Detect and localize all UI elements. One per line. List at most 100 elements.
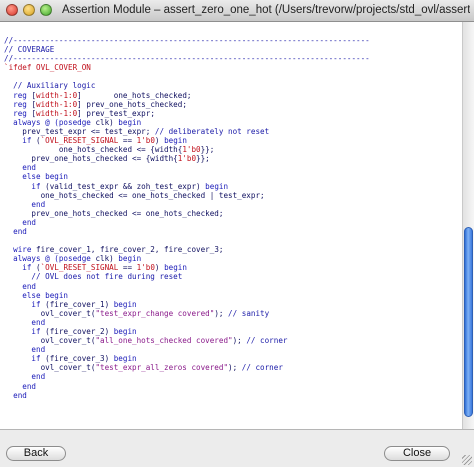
code-token: ] prev_test_expr; <box>77 108 155 118</box>
code-line: ovl_cover_t("test_expr_change covered");… <box>4 309 370 318</box>
code-token: == <box>118 136 137 146</box>
code-token: // OVL does not fire during reset <box>4 272 183 282</box>
code-token: begin <box>118 117 142 127</box>
code-token: ); <box>232 336 247 346</box>
code-token: (fire_cover_2) <box>45 327 114 336</box>
code-token: "all_one_hots_checked covered" <box>95 336 233 346</box>
code-token: width-1:0 <box>36 108 78 118</box>
code-token: end <box>4 217 37 227</box>
code-line: // COVERAGE <box>4 45 370 54</box>
code-token: one_hots_checked <= one_hots_checked | t… <box>4 190 265 200</box>
code-line: else begin <box>4 172 370 181</box>
code-line: if (fire_cover_3) begin <box>4 354 370 363</box>
code-token: ovl_cover_t( <box>4 336 96 346</box>
code-token: "test_expr_all_zeros covered" <box>95 363 229 373</box>
code-token: clk) <box>95 254 119 264</box>
code-token: (fire_cover_1) <box>45 299 114 309</box>
code-token: else begin <box>4 290 69 300</box>
close-window-icon[interactable] <box>6 4 18 16</box>
code-token: if <box>4 327 46 336</box>
code-token: end <box>4 390 27 400</box>
code-token: end <box>4 199 46 209</box>
vertical-scrollbar[interactable] <box>462 22 474 429</box>
source-code: //--------------------------------------… <box>4 36 370 400</box>
code-token: // sanity <box>228 308 270 318</box>
code-token: begin <box>164 263 187 273</box>
code-token: begin <box>113 327 137 336</box>
code-line: //--------------------------------------… <box>4 54 370 63</box>
code-viewer[interactable]: //--------------------------------------… <box>0 22 474 429</box>
code-line: prev_test_expr <= test_expr; // delibera… <box>4 127 370 136</box>
code-line: ovl_cover_t("all_one_hots_checked covere… <box>4 336 370 345</box>
code-token: end <box>4 163 37 173</box>
code-token: == <box>118 263 137 273</box>
code-line: end <box>4 391 370 400</box>
code-token: end <box>4 281 37 291</box>
code-token: reg <box>4 108 32 118</box>
code-token: begin <box>164 136 187 146</box>
code-token: (valid_test_expr && zoh_test_expr) <box>45 181 206 191</box>
code-token: one_hots_checked <= {width{ <box>4 145 183 155</box>
code-line: reg [width-1:0] prev_one_hots_checked; <box>4 100 370 109</box>
window-title: Assertion Module – assert_zero_one_hot (… <box>62 4 470 16</box>
code-token: if <box>4 136 37 146</box>
code-line: prev_one_hots_checked <= one_hots_checke… <box>4 209 370 218</box>
code-token: `ifdef OVL_COVER_ON <box>4 63 91 73</box>
code-token: ); <box>214 308 229 318</box>
code-token: ovl_cover_t( <box>4 363 96 373</box>
code-token: ) <box>154 263 165 273</box>
code-line: if (`OVL_RESET_SIGNAL == 1'b0) begin <box>4 136 370 145</box>
code-line: one_hots_checked <= one_hots_checked | t… <box>4 191 370 200</box>
minimize-window-icon[interactable] <box>23 4 35 16</box>
code-token: begin <box>113 354 137 364</box>
scrollbar-thumb[interactable] <box>464 227 473 417</box>
code-token: width-1:0 <box>36 99 78 109</box>
code-token: ovl_cover_t( <box>4 308 96 318</box>
code-token: if <box>4 299 46 309</box>
code-token: // Auxiliary logic <box>4 81 96 91</box>
code-line: end <box>4 345 370 354</box>
zoom-window-icon[interactable] <box>40 4 52 16</box>
window-controls <box>6 4 52 16</box>
code-token: 1'b0 <box>182 145 201 155</box>
code-token: end <box>4 372 46 382</box>
code-line: end <box>4 382 370 391</box>
code-line: end <box>4 282 370 291</box>
code-token: wire <box>4 245 37 255</box>
code-token: begin <box>118 254 142 264</box>
code-line: end <box>4 318 370 327</box>
code-line: prev_one_hots_checked <= {width{1'b0}}; <box>4 154 370 163</box>
code-line: //--------------------------------------… <box>4 36 370 45</box>
code-token: //--------------------------------------… <box>4 54 370 64</box>
code-line: wire fire_cover_1, fire_cover_2, fire_co… <box>4 245 370 254</box>
code-token: if <box>4 181 46 191</box>
code-token: ); <box>228 363 242 373</box>
code-line: always @ (posedge clk) begin <box>4 254 370 263</box>
code-token: reg <box>4 99 32 109</box>
code-token: `OVL_RESET_SIGNAL <box>40 263 119 273</box>
back-button[interactable]: Back <box>6 446 66 461</box>
code-token: 1'b0 <box>136 136 155 146</box>
code-line: if (fire_cover_2) begin <box>4 327 370 336</box>
code-token: if <box>4 354 46 364</box>
code-line: if (valid_test_expr && zoh_test_expr) be… <box>4 182 370 191</box>
code-token: //--------------------------------------… <box>4 36 370 45</box>
close-button[interactable]: Close <box>384 446 450 461</box>
code-line: // OVL does not fire during reset <box>4 272 370 281</box>
code-token: reg <box>4 90 32 100</box>
code-token: end <box>4 317 46 327</box>
code-token: ) <box>154 136 165 146</box>
code-token: width-1:0 <box>36 90 78 100</box>
code-token: end <box>4 381 37 391</box>
code-line: // Auxiliary logic <box>4 81 370 90</box>
code-line: end <box>4 163 370 172</box>
code-token: prev_one_hots_checked <= {width{ <box>4 154 178 164</box>
resize-grip-icon[interactable] <box>462 455 472 465</box>
code-line: reg [width-1:0] one_hots_checked; <box>4 91 370 100</box>
footer-bar: Back Close <box>0 429 474 467</box>
code-token: 1'b0 <box>177 154 197 164</box>
code-line: one_hots_checked <= {width{1'b0}}; <box>4 145 370 154</box>
code-token: ] one_hots_checked; <box>77 90 192 100</box>
